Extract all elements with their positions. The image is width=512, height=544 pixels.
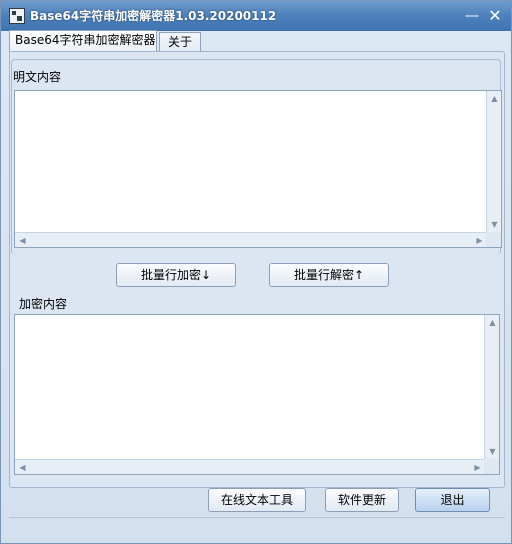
tab-strip: Base64字符串加密解密器 关于 xyxy=(5,30,509,52)
plaintext-horizontal-scrollbar[interactable]: ◀ ▶ xyxy=(15,232,487,247)
online-text-tools-button[interactable]: 在线文本工具 xyxy=(208,488,306,512)
scroll-up-icon[interactable]: ▲ xyxy=(487,91,502,106)
tab-about[interactable]: 关于 xyxy=(159,32,201,52)
scroll-down-icon[interactable]: ▼ xyxy=(487,217,502,232)
scroll-down-icon[interactable]: ▼ xyxy=(485,444,500,459)
ciphertext-vertical-scrollbar[interactable]: ▲ ▼ xyxy=(484,315,499,459)
app-window: Base64字符串加密解密器1.03.20200112 — ✕ Base64字符… xyxy=(0,0,512,544)
ciphertext-textarea[interactable] xyxy=(15,315,485,459)
footer-divider xyxy=(9,517,505,518)
exit-button[interactable]: 退出 xyxy=(415,488,490,512)
ciphertext-horizontal-scrollbar[interactable]: ◀ ▶ xyxy=(15,459,485,474)
tab-encoder[interactable]: Base64字符串加密解密器 xyxy=(9,30,157,52)
scroll-right-icon[interactable]: ▶ xyxy=(470,460,485,475)
scroll-up-icon[interactable]: ▲ xyxy=(485,315,500,330)
plaintext-label: 明文内容 xyxy=(13,70,62,84)
batch-decrypt-button[interactable]: 批量行解密↑ xyxy=(269,263,389,287)
scrollbar-corner xyxy=(484,459,499,474)
scroll-left-icon[interactable]: ◀ xyxy=(15,460,30,475)
title-bar[interactable]: Base64字符串加密解密器1.03.20200112 — ✕ xyxy=(1,1,511,31)
ciphertext-label: 加密内容 xyxy=(19,297,68,311)
scroll-left-icon[interactable]: ◀ xyxy=(15,233,30,248)
app-icon xyxy=(9,8,25,24)
window-title: Base64字符串加密解密器1.03.20200112 xyxy=(30,9,277,23)
batch-encrypt-button[interactable]: 批量行加密↓ xyxy=(116,263,236,287)
plaintext-vertical-scrollbar[interactable]: ▲ ▼ xyxy=(486,91,501,232)
minimize-button[interactable]: — xyxy=(463,7,481,25)
close-button[interactable]: ✕ xyxy=(486,7,504,25)
software-update-button[interactable]: 软件更新 xyxy=(325,488,399,512)
plaintext-textarea[interactable] xyxy=(15,91,487,232)
scroll-right-icon[interactable]: ▶ xyxy=(472,233,487,248)
plaintext-textarea-container: ▲ ▼ ◀ ▶ xyxy=(14,90,502,248)
ciphertext-textarea-container: ▲ ▼ ◀ ▶ xyxy=(14,314,500,475)
scrollbar-corner xyxy=(486,232,501,247)
